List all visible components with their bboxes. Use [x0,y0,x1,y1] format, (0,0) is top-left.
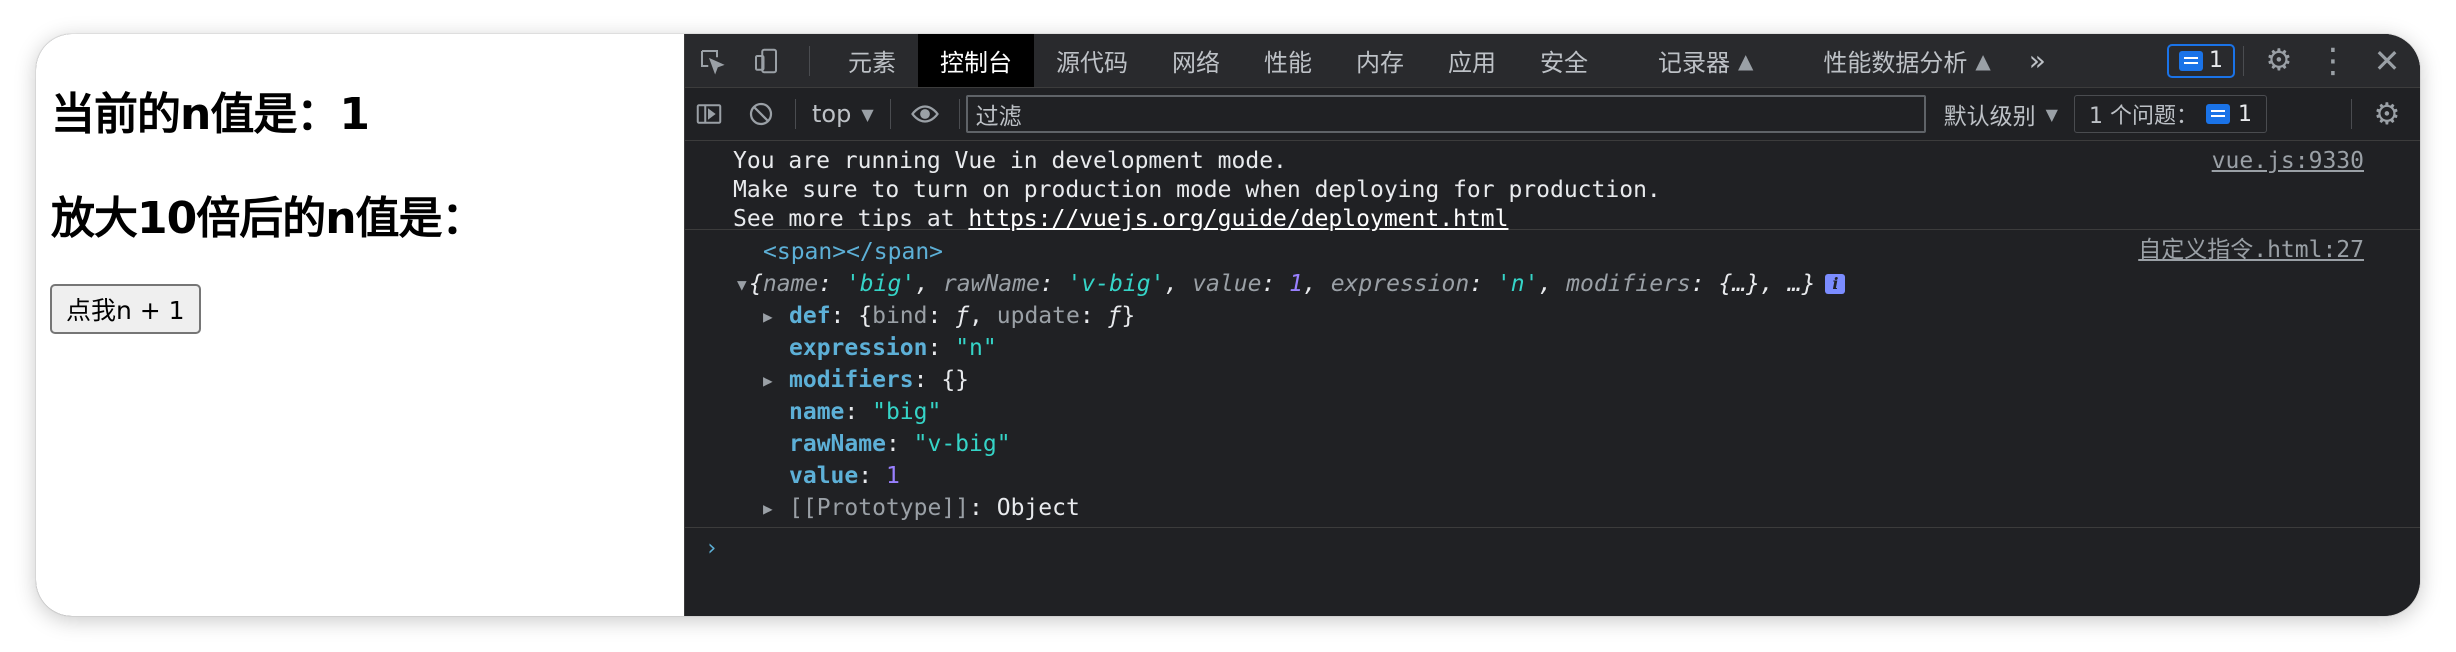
toolbar-divider [795,99,796,129]
console-settings: ⚙ [2343,88,2414,140]
issues-badge[interactable]: 1 [2167,43,2235,78]
tab-performance[interactable]: 性能 [1242,34,1334,87]
tab-recorder[interactable]: 记录器 ▲ [1636,34,1775,87]
settings-gear-icon[interactable]: ⚙ [2252,34,2306,87]
browser-window: 当前的n值是：1 放大10倍后的n值是： 点我n + 1 元素 控制台 源代码 … [36,34,2420,616]
expand-triangle-icon[interactable]: ▶ [763,302,789,331]
source-link-vue[interactable]: vue.js:9330 [2212,147,2364,176]
tab-network[interactable]: 网络 [1150,34,1242,87]
issues-badge-count: 1 [2209,48,2223,73]
log-levels-dropdown[interactable]: 默认级别 ▼ [1944,97,2058,131]
object-summary[interactable]: ▼{name: 'big', rawName: 'v-big', value: … [685,268,2420,300]
expand-triangle-icon[interactable]: ▶ [763,494,789,523]
heading-n-value: 当前的n值是：1 [51,89,370,140]
flask-icon: ▲ [1738,48,1754,73]
tab-performance-insights[interactable]: 性能数据分析 ▲ [1775,34,2012,87]
filter-input[interactable]: 过滤 [965,95,1926,133]
prop-expression: expression: "n" [789,334,997,361]
toolbar-divider [2243,45,2244,76]
message-icon [2179,50,2203,71]
tab-sources[interactable]: 源代码 [1034,34,1150,87]
prop-prototype[interactable]: ▶ [[Prototype]]: Object [685,492,2420,524]
devtools-panel: 元素 控制台 源代码 网络 性能 内存 应用 安全 记录器 ▲ 性能数据分析 ▲… [684,34,2420,616]
tab-performance-insights-label: 性能数据分析 [1823,49,1968,77]
expand-triangle-open-icon[interactable]: ▼ [737,270,749,299]
source-link-directive[interactable]: 自定义指令.html:27 [2138,236,2364,265]
devtools-right-controls: 1 ⚙ ⋮ ✕ [2167,34,2414,87]
console-text: You are running Vue in development mode. [733,148,1287,174]
tab-application[interactable]: 应用 [1426,34,1518,87]
console-text-prefix: See more tips at [733,206,969,232]
sidebar-toggle-icon[interactable] [685,88,733,141]
inspect-element-icon[interactable] [685,34,739,87]
heading-big-value: 放大10倍后的n值是： [51,193,486,244]
prop-modifiers[interactable]: ▶ modifiers: {} [685,364,2420,396]
tab-console[interactable]: 控制台 [918,34,1034,87]
page-viewport: 当前的n值是：1 放大10倍后的n值是： 点我n + 1 [36,34,684,616]
flask-icon: ▲ [1975,48,1991,73]
prop-value: value: 1 [789,462,900,489]
console-settings-gear-icon[interactable]: ⚙ [2360,88,2414,141]
console-message-directive: 自定义指令.html:27 <span></span> ▼{name: 'big… [685,230,2420,528]
issues-label: 1 个问题： [2088,104,2198,129]
dropdown-caret-icon: ▼ [861,104,874,124]
more-options-icon[interactable]: ⋮ [2306,34,2360,87]
tab-memory[interactable]: 内存 [1334,34,1426,87]
context-selector[interactable]: top ▼ [802,100,884,128]
context-selector-label: top [812,100,852,128]
toolbar-divider [809,45,810,76]
clear-console-icon[interactable] [733,88,789,141]
filter-placeholder: 过滤 [975,104,1022,130]
tab-recorder-label: 记录器 [1658,49,1730,77]
devtools-tabbar: 元素 控制台 源代码 网络 性能 内存 应用 安全 记录器 ▲ 性能数据分析 ▲… [685,34,2420,88]
console-text: Make sure to turn on production mode whe… [733,177,1661,203]
console-output: You are running Vue in development mode.… [685,141,2420,568]
more-tabs-button[interactable]: » [2013,34,2062,87]
console-prompt[interactable]: › [685,528,2420,568]
issues-button[interactable]: 1 个问题： 1 [2073,95,2267,133]
toolbar-divider [2351,99,2352,129]
live-expression-eye-icon[interactable] [897,88,953,141]
prop-rawname: rawName: "v-big" [789,430,1011,457]
device-toolbar-icon[interactable] [739,34,793,87]
prop-name: name: "big" [789,398,942,425]
close-icon[interactable]: ✕ [2360,34,2414,87]
expand-triangle-icon[interactable]: ▶ [763,366,789,395]
message-icon [2205,104,2230,124]
toolbar-divider [958,99,960,129]
prop-def[interactable]: ▶ def: {bind: ƒ, update: ƒ} [685,300,2420,332]
console-message-vue-dev: You are running Vue in development mode.… [685,141,2420,232]
console-filterbar: top ▼ 过滤 默认级别 ▼ 1 个问题： 1 ⚙ [685,88,2420,141]
tab-elements[interactable]: 元素 [826,34,918,87]
tab-security[interactable]: 安全 [1518,34,1636,87]
increment-button[interactable]: 点我n + 1 [50,284,201,334]
toolbar-divider [889,99,891,129]
info-icon: i [1825,274,1846,294]
dropdown-caret-icon: ▼ [2045,104,2058,124]
log-levels-label: 默认级别 [1943,104,2036,130]
prompt-chevron-icon: › [705,535,719,561]
deployment-guide-link[interactable]: https://vuejs.org/guide/deployment.html [968,206,1508,232]
issues-count: 1 [2237,101,2252,127]
